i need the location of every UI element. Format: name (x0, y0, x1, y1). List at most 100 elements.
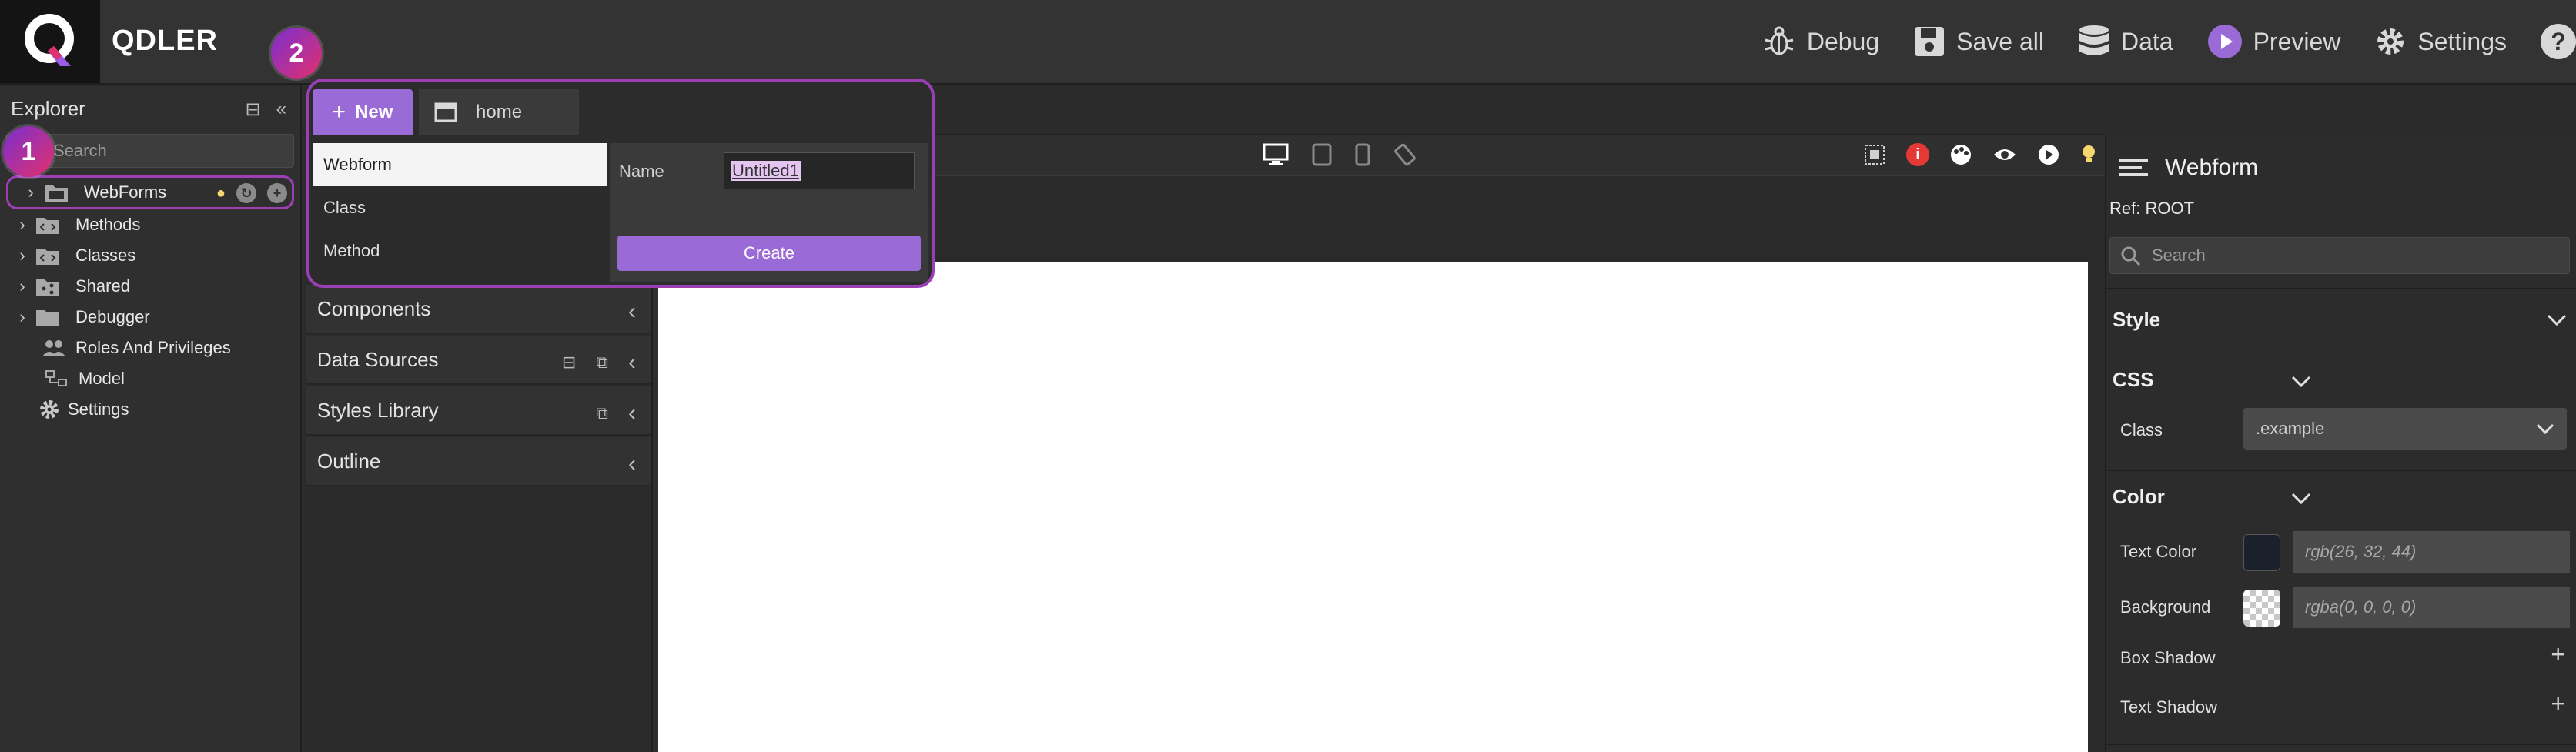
lightbulb-icon[interactable]: ● (216, 185, 226, 202)
name-input[interactable]: Untitled1 (724, 152, 915, 189)
text-shadow-label: Text Shadow (2120, 697, 2217, 717)
add-icon[interactable]: + (267, 183, 287, 203)
add-text-shadow-icon[interactable]: + (2551, 690, 2565, 718)
desktop-view-icon[interactable] (1263, 143, 1289, 166)
tree-item-classes[interactable]: › Classes (0, 240, 300, 271)
chevron-down-icon[interactable] (2547, 314, 2567, 326)
background-color-input[interactable]: rgba(0, 0, 0, 0) (2293, 587, 2570, 628)
text-color-input[interactable]: rgb(26, 32, 44) (2293, 531, 2570, 573)
tree-item-model[interactable]: Model (0, 363, 300, 394)
plus-icon: + (332, 99, 346, 125)
name-label: Name (619, 162, 664, 181)
design-canvas[interactable] (658, 262, 2088, 752)
outline-label: Outline (317, 449, 381, 473)
preview-button[interactable]: Preview (2207, 24, 2340, 59)
ref-label: Ref: ROOT (2109, 199, 2195, 218)
help-button[interactable]: ? (2541, 24, 2576, 59)
new-button[interactable]: + New (313, 89, 413, 135)
collapse-all-icon[interactable]: ⊟ (246, 99, 261, 121)
tree-item-debugger[interactable]: › Debugger (0, 302, 300, 333)
save-all-button[interactable]: Save all (1913, 25, 2044, 58)
type-option-label: Class (323, 198, 366, 217)
users-icon (40, 338, 68, 358)
settings-label: Settings (2417, 27, 2507, 55)
rotate-device-icon[interactable] (1393, 143, 1417, 166)
properties-title: Webform (2165, 155, 2259, 180)
color-section-header[interactable]: Color (2106, 480, 2576, 519)
hamburger-menu-icon[interactable] (2119, 158, 2148, 178)
styles-library-label: Styles Library (317, 398, 439, 422)
chevron-right-icon[interactable]: › (11, 276, 34, 296)
type-option-webform[interactable]: Webform (313, 143, 607, 186)
app-logo[interactable] (0, 0, 100, 83)
lightbulb-icon[interactable] (2080, 143, 2097, 166)
open-window-icon[interactable]: ⧉ (596, 403, 608, 423)
class-select[interactable]: .example (2243, 408, 2567, 450)
chevron-down-icon[interactable] (2291, 493, 2311, 505)
color-section-title: Color (2113, 485, 2165, 508)
properties-search-input[interactable]: Search (2109, 237, 2570, 274)
tree-item-label: Debugger (75, 307, 150, 326)
chevron-left-icon[interactable]: ‹ (628, 451, 636, 477)
background-label: Background (2120, 597, 2211, 617)
background-color-swatch[interactable] (2243, 590, 2280, 627)
chevron-right-icon[interactable]: › (11, 246, 34, 266)
text-color-swatch[interactable] (2243, 534, 2280, 571)
help-icon: ? (2541, 24, 2576, 59)
new-item-popup: + New home Webform Class Method Name Unt… (306, 79, 935, 288)
folder-icon (34, 307, 62, 327)
chevron-left-icon[interactable]: ‹ (628, 400, 636, 426)
help-glyph: ? (2551, 27, 2566, 55)
play-icon[interactable] (2037, 143, 2060, 166)
tree-item-webforms[interactable]: › WebForms ● ↻ + (6, 175, 294, 209)
chevron-down-icon[interactable] (2291, 376, 2311, 388)
left-panel-empty-area (306, 488, 651, 752)
data-label: Data (2120, 27, 2173, 55)
model-icon (43, 369, 71, 389)
chevron-right-icon[interactable]: › (11, 215, 34, 235)
info-alert-icon[interactable]: i (1906, 143, 1929, 166)
css-section-header[interactable]: CSS (2106, 363, 2576, 402)
create-button[interactable]: Create (617, 236, 921, 271)
mobile-view-icon[interactable] (1355, 143, 1370, 166)
add-box-shadow-icon[interactable]: + (2551, 640, 2565, 669)
grid-select-icon[interactable] (1863, 143, 1886, 166)
explorer-search-placeholder: Search (53, 141, 107, 160)
tree-item-roles-and-privileges[interactable]: Roles And Privileges (0, 333, 300, 363)
palette-icon[interactable] (1949, 143, 1972, 166)
type-option-class[interactable]: Class (313, 186, 607, 229)
double-chevron-left-icon[interactable]: « (276, 99, 286, 121)
type-option-method[interactable]: Method (313, 229, 607, 272)
data-sources-label: Data Sources (317, 347, 439, 371)
chevron-left-icon[interactable]: ‹ (628, 299, 636, 325)
data-sources-panel-header[interactable]: Data Sources ⊟ ⧉ ‹ (306, 336, 651, 385)
styles-library-panel-header[interactable]: Styles Library ⧉ ‹ (306, 386, 651, 436)
tab-home[interactable]: home (419, 89, 579, 135)
chevron-left-icon[interactable]: ‹ (628, 349, 636, 376)
chevron-right-icon[interactable]: › (11, 307, 34, 327)
tree-item-settings[interactable]: Settings (0, 394, 300, 425)
tablet-view-icon[interactable] (1312, 143, 1332, 166)
collapse-all-icon[interactable]: ⊟ (562, 353, 576, 373)
section-divider (2106, 744, 2576, 745)
refresh-icon[interactable]: ↻ (236, 183, 256, 203)
search-icon (2121, 246, 2141, 266)
chevron-right-icon[interactable]: › (19, 182, 42, 202)
tree-item-methods[interactable]: › Methods (0, 209, 300, 240)
components-panel-header[interactable]: Components ‹ (306, 285, 651, 334)
outline-panel-header[interactable]: Outline ‹ (306, 437, 651, 486)
save-all-label: Save all (1956, 27, 2044, 55)
section-divider (2106, 470, 2576, 471)
style-section-header[interactable]: Style (2106, 303, 2576, 342)
tree-item-shared[interactable]: › Shared (0, 271, 300, 302)
debug-button[interactable]: Debug (1762, 25, 1879, 58)
text-color-value: rgb(26, 32, 44) (2305, 542, 2417, 561)
data-button[interactable]: Data (2078, 24, 2173, 59)
create-form: Name Untitled1 Create (610, 143, 928, 282)
settings-button[interactable]: Settings (2374, 25, 2507, 58)
eye-icon[interactable] (1992, 145, 2017, 164)
open-window-icon[interactable]: ⧉ (596, 353, 608, 373)
gear-icon (2377, 28, 2404, 55)
style-section-title: Style (2113, 308, 2161, 331)
database-icon (2079, 25, 2109, 55)
